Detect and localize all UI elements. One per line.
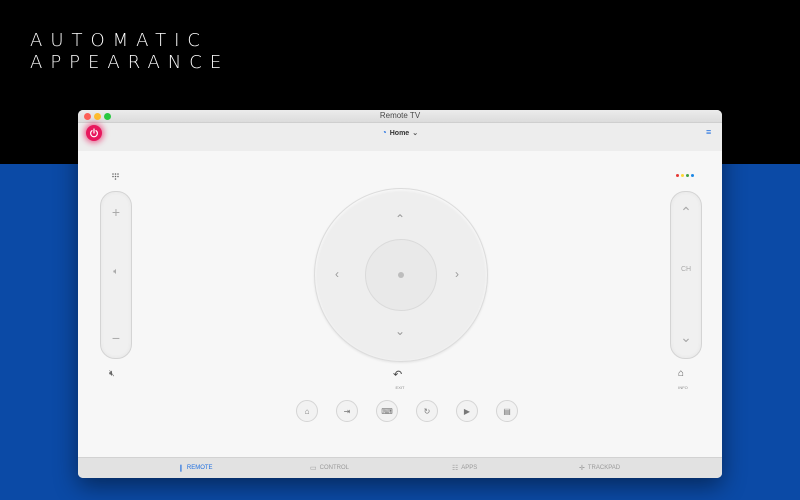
tab-trackpad[interactable]: ✛ TRACKPAD [579, 464, 620, 472]
speaker-icon: 🔈︎ [113, 266, 119, 276]
remote-icon: ❙ [178, 465, 184, 472]
volume-down-button[interactable]: − [101, 330, 131, 346]
tab-control-label: CONTROL [319, 465, 349, 471]
guide-button[interactable]: ▤ [496, 400, 518, 422]
apps-grid-icon: ☷ [452, 465, 459, 472]
guide-icon: ▤ [503, 406, 511, 416]
number-pad-icon[interactable] [112, 173, 119, 180]
up-arrow-button[interactable]: ⌃ [395, 213, 405, 225]
channel-down-button[interactable]: ⌄ [671, 329, 701, 346]
quick-actions: ⌂ ⇥ ⌨ ↻ ▶ ▤ [296, 400, 518, 422]
home-button[interactable]: ⌂ [296, 400, 318, 422]
refresh-icon: ↻ [423, 406, 431, 416]
tab-bar: ❙ REMOTE ▭ CONTROL ☷ APPS ✛ TRACKPAD [78, 457, 722, 478]
tab-apps-label: APPS [461, 465, 478, 471]
keyboard-button[interactable]: ⌨ [376, 400, 398, 422]
channel-rocker: ⌃ CH ⌄ [670, 191, 702, 359]
mute-button[interactable]: 🔇︎ [109, 368, 115, 379]
channel-label: CH [680, 266, 692, 273]
volume-rocker: + 🔈︎ − [100, 191, 132, 359]
play-button[interactable]: ▶ [456, 400, 478, 422]
tab-remote[interactable]: ❙ REMOTE [178, 464, 213, 472]
info-label: INFO [678, 385, 688, 390]
directional-pad: ⌃ ⌄ ‹ › [314, 188, 488, 362]
input-icon: ⇥ [343, 406, 351, 416]
device-selector[interactable]: ◔ Home ⌄ [78, 128, 722, 137]
device-name: Home [389, 130, 410, 137]
down-arrow-button[interactable]: ⌄ [395, 325, 405, 337]
ok-button[interactable] [365, 239, 437, 311]
app-window: Remote TV ◔ Home ⌄ ≡ + 🔈︎ − ⌃ CH ⌄ ⌃ ⌄ ‹… [78, 110, 722, 478]
window-title: Remote TV [379, 111, 421, 120]
volume-up-button[interactable]: + [101, 204, 131, 220]
color-buttons[interactable] [676, 174, 694, 177]
tab-remote-label: REMOTE [186, 465, 213, 471]
exit-back-button[interactable]: ↶ [393, 368, 402, 381]
title-bar: Remote TV [78, 110, 722, 123]
tab-apps[interactable]: ☷ APPS [452, 464, 477, 472]
remote-panel: + 🔈︎ − ⌃ CH ⌄ ⌃ ⌄ ‹ › 🔇︎ ↶ EXIT ⌂ INFO ⌂… [78, 151, 722, 457]
ok-dot-icon [398, 272, 404, 278]
tab-trackpad-label: TRACKPAD [587, 465, 621, 471]
yellow-dot [681, 174, 684, 177]
headline: AUTOMATIC APPEARANCE [30, 30, 229, 74]
blue-dot [691, 174, 694, 177]
settings-sliders-icon[interactable]: ≡ [706, 127, 716, 137]
toolbar: ◔ Home ⌄ ≡ [78, 123, 722, 151]
left-arrow-button[interactable]: ‹ [335, 268, 339, 280]
right-arrow-button[interactable]: › [455, 268, 459, 280]
red-dot [676, 174, 679, 177]
headline-line-2: APPEARANCE [30, 52, 230, 73]
chevron-down-icon: ⌄ [412, 130, 419, 137]
exit-label: EXIT [395, 385, 405, 390]
input-button[interactable]: ⇥ [336, 400, 358, 422]
play-icon: ▶ [463, 406, 471, 416]
tv-icon: ▭ [310, 465, 317, 472]
keyboard-icon: ⌨ [381, 406, 393, 416]
home-icon: ⌂ [304, 406, 310, 416]
tab-control[interactable]: ▭ CONTROL [310, 464, 349, 472]
wifi-icon: ◔ [381, 128, 387, 137]
refresh-button[interactable]: ↻ [416, 400, 438, 422]
info-home-button[interactable]: ⌂ [678, 368, 684, 379]
channel-up-button[interactable]: ⌃ [671, 204, 701, 221]
green-dot [686, 174, 689, 177]
trackpad-icon: ✛ [579, 465, 585, 472]
headline-line-1: AUTOMATIC [30, 30, 208, 51]
